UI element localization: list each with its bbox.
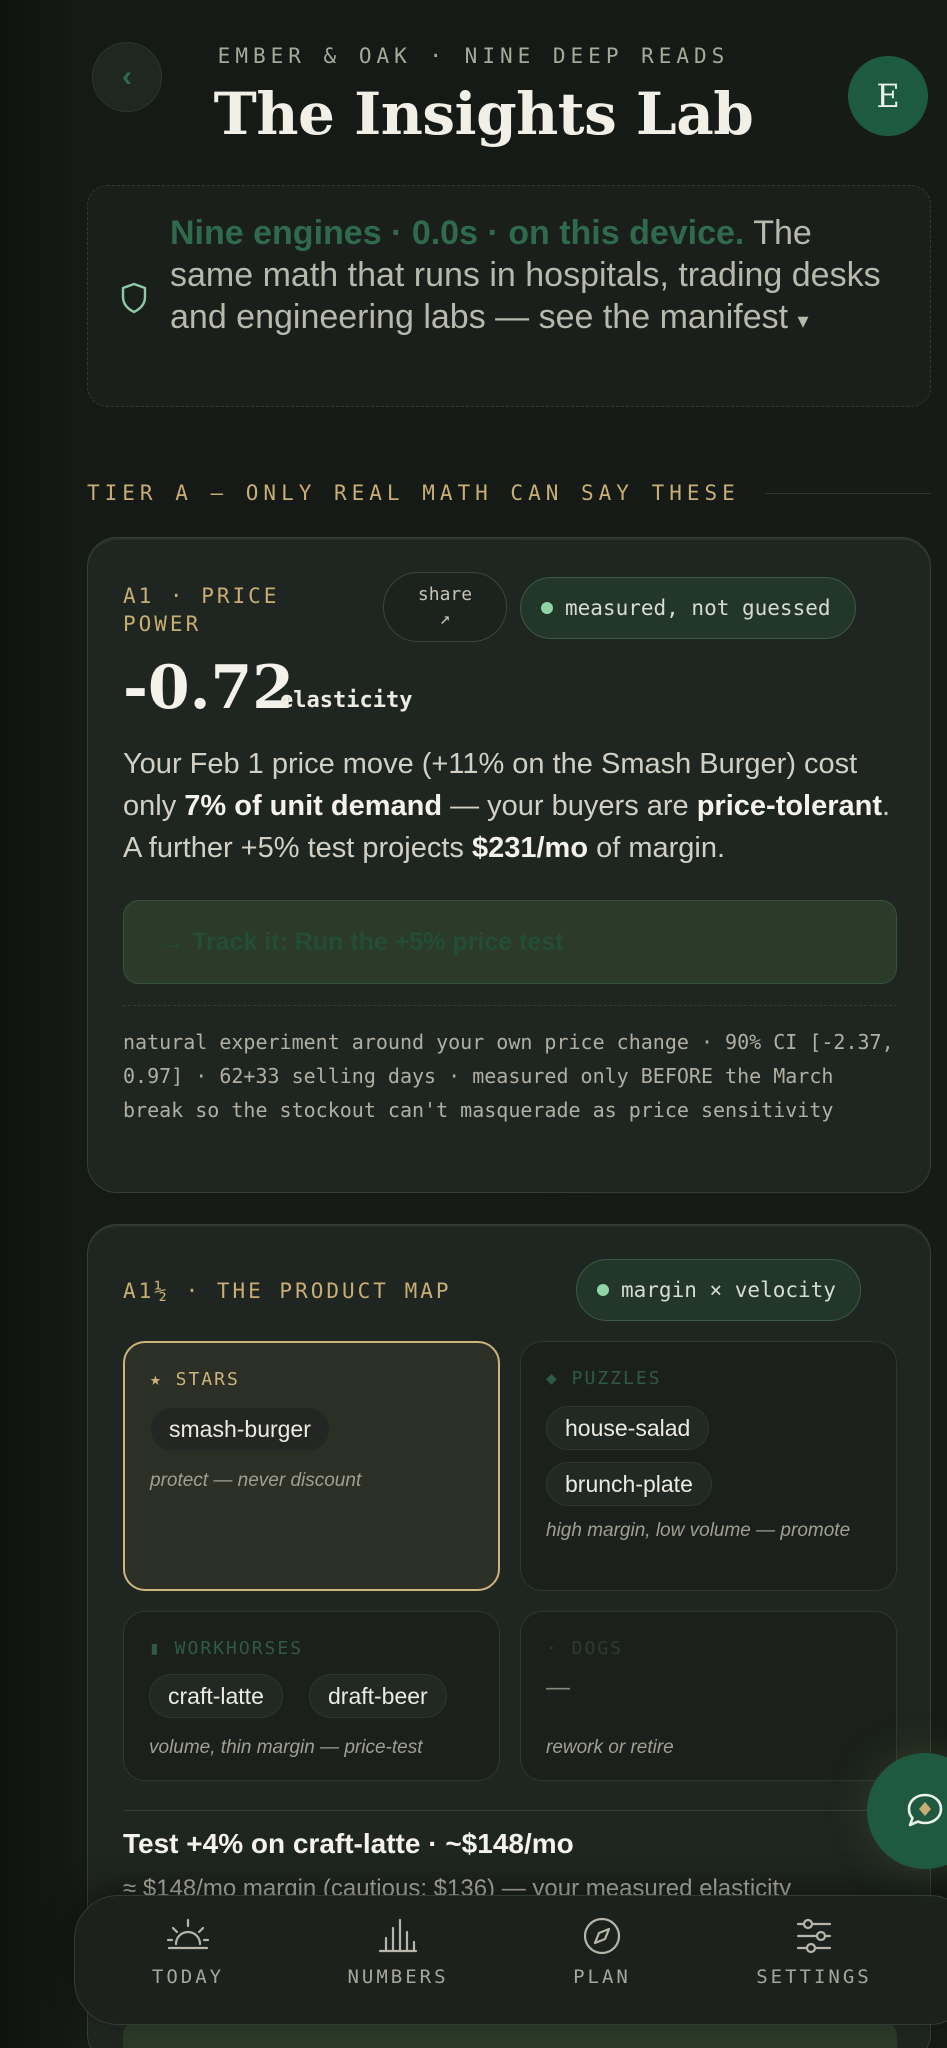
compass-icon — [583, 1917, 621, 1955]
chip-brunch-plate[interactable]: brunch-plate — [546, 1462, 712, 1506]
sliders-icon — [796, 1918, 832, 1954]
body-bold-1: 7% of unit demand — [184, 790, 443, 822]
status-dot — [597, 1284, 609, 1296]
chip-smash-burger[interactable]: smash-burger — [150, 1407, 330, 1451]
manifest-highlight: Nine engines · 0.0s · on this device. — [170, 214, 745, 252]
price-power-tag-line1: A1 · PRICE — [123, 584, 280, 608]
elasticity-value: -0.72 — [123, 653, 295, 723]
bottom-nav: TODAY NUMBERS PLAN SETTINGS — [74, 1895, 947, 2025]
quadrant-workhorses[interactable]: ▮ WORKHORSES craft-latte draft-beer volu… — [123, 1611, 500, 1781]
chip-draft-beer[interactable]: draft-beer — [309, 1674, 447, 1718]
nav-plan-label: PLAN — [573, 1966, 631, 1988]
tier-divider — [765, 493, 931, 494]
sunrise-icon — [166, 1918, 210, 1950]
page-title: The Insights Lab — [213, 80, 754, 148]
price-power-tag-line2: POWER — [123, 612, 202, 636]
nav-plan[interactable]: PLAN — [522, 1916, 682, 1988]
margin-velocity-badge: margin × velocity — [576, 1259, 861, 1321]
price-power-tag: A1 · PRICE POWER — [123, 582, 279, 638]
quadrant-dogs-note: rework or retire — [546, 1737, 674, 1758]
header-eyebrow: EMBER & OAK · NINE DEEP READS — [217, 44, 730, 68]
nav-today-label: TODAY — [151, 1966, 225, 1988]
body-bold-3: $231/mo — [471, 832, 589, 864]
price-power-body: Your Feb 1 price move (+11% on the Smash… — [123, 743, 913, 869]
method-note: natural experiment around your own price… — [123, 1030, 894, 1122]
manifest-text: Nine engines · 0.0s · on this device. Th… — [170, 212, 890, 342]
nav-numbers-label: NUMBERS — [347, 1966, 449, 1988]
nav-settings[interactable]: SETTINGS — [734, 1916, 894, 1988]
divider — [123, 1005, 897, 1006]
quadrant-workhorses-title: ▮ WORKHORSES — [149, 1638, 304, 1659]
quadrant-dogs[interactable]: · DOGS — rework or retire — [520, 1611, 897, 1781]
status-dot — [541, 602, 553, 614]
price-power-card: A1 · PRICE POWER share ↗ measured, not g… — [87, 537, 931, 1193]
chip-house-salad[interactable]: house-salad — [546, 1406, 710, 1450]
manifest-banner[interactable]: Nine engines · 0.0s · on this device. Th… — [87, 185, 931, 407]
bar-chart-icon — [378, 1918, 418, 1953]
quadrant-dogs-title: · DOGS — [546, 1638, 624, 1659]
body-text-2: — your buyers are — [442, 790, 697, 822]
tier-header: TIER A — ONLY REAL MATH CAN SAY THESE — [87, 481, 740, 505]
manifest-caret[interactable]: ▾ — [798, 308, 809, 333]
avatar[interactable]: E — [848, 56, 928, 136]
quadrant-stars-title: ★ STARS — [150, 1369, 240, 1390]
quadrant-puzzles-note: high margin, low volume — promote — [546, 1520, 851, 1541]
margin-velocity-label: margin × velocity — [621, 1278, 836, 1302]
chip-craft-latte[interactable]: craft-latte — [149, 1674, 283, 1718]
divider — [123, 1810, 897, 1811]
quadrant-workhorses-note: volume, thin margin — price-test — [149, 1737, 423, 1758]
share-arrow-icon: ↗ — [439, 608, 451, 629]
chat-icon — [907, 1793, 943, 1827]
nav-numbers[interactable]: NUMBERS — [318, 1916, 478, 1988]
quadrant-stars-note: protect — never discount — [150, 1470, 362, 1491]
nav-settings-label: SETTINGS — [756, 1966, 872, 1988]
share-button[interactable]: share ↗ — [383, 572, 507, 642]
measured-badge-label: measured, not guessed — [565, 596, 831, 620]
test-recommendation-title: Test +4% on craft-latte · ~$148/mo — [123, 1828, 574, 1859]
elasticity-unit: elasticity — [280, 688, 413, 713]
quadrant-puzzles[interactable]: ◆ PUZZLES house-salad brunch-plate high … — [520, 1341, 897, 1591]
quadrant-puzzles-title: ◆ PUZZLES — [546, 1368, 662, 1389]
nav-today[interactable]: TODAY — [108, 1916, 268, 1988]
body-bold-2: price-tolerant — [696, 790, 883, 822]
shield-icon — [121, 282, 147, 314]
quadrant-dogs-empty: — — [546, 1674, 570, 1701]
share-label: share — [417, 584, 473, 605]
run-price-test-button[interactable]: → Track it: Run the +5% price test — [123, 900, 897, 984]
body-text-4: of margin. — [588, 832, 726, 864]
measured-badge: measured, not guessed — [520, 577, 856, 639]
product-map-tag: A1½ · THE PRODUCT MAP — [123, 1279, 452, 1303]
quadrant-stars[interactable]: ★ STARS smash-burger protect — never dis… — [123, 1341, 500, 1591]
